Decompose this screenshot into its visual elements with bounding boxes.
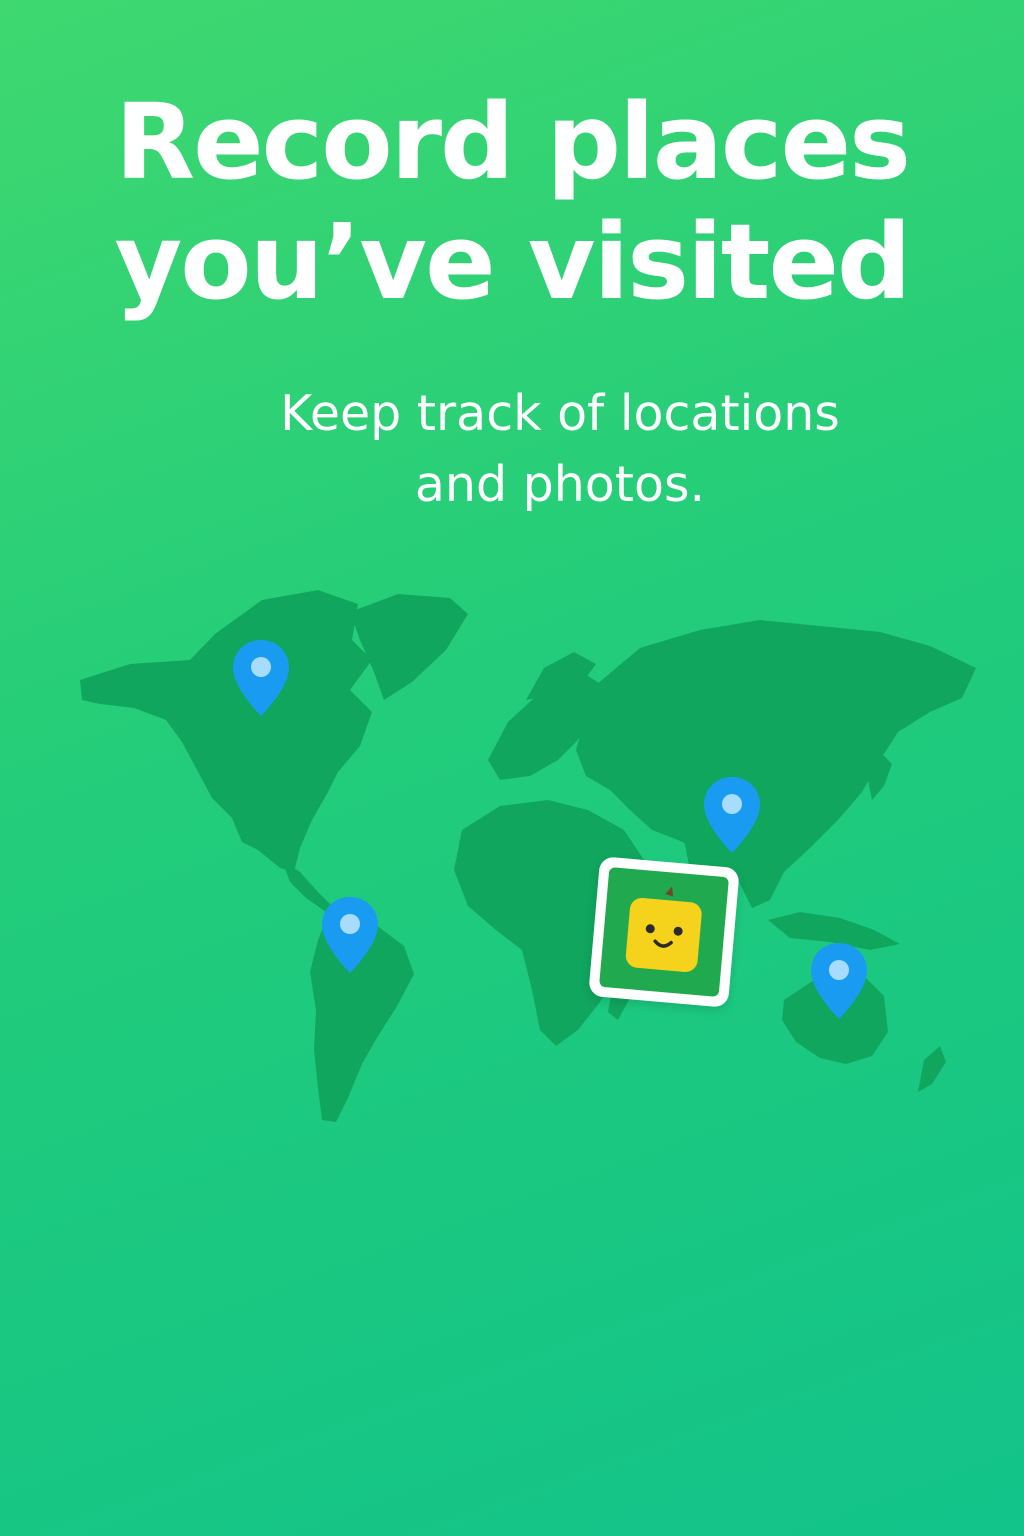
- world-map-icon: [80, 590, 976, 1122]
- north-america-shape: [80, 590, 372, 872]
- greenland-shape: [350, 594, 468, 700]
- continents: [80, 590, 976, 1122]
- location-pin-north-america-icon[interactable]: [231, 638, 291, 718]
- smiling-mascot-icon: [625, 886, 702, 972]
- world-map: [0, 0, 1024, 1536]
- location-pin-australia-icon[interactable]: [809, 941, 869, 1021]
- location-pin-china-icon[interactable]: [702, 775, 762, 855]
- location-pin-south-america-icon[interactable]: [320, 895, 380, 975]
- photo-image: [598, 866, 730, 998]
- new-zealand-shape: [918, 1046, 946, 1092]
- photo-thumbnail[interactable]: [588, 856, 740, 1008]
